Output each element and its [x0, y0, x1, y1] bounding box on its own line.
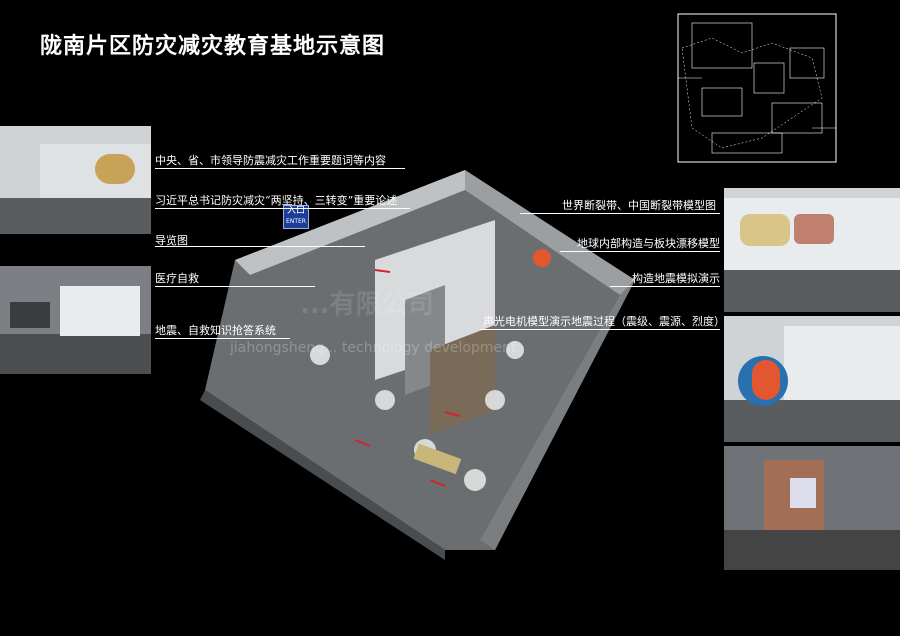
photo-right-bottom	[724, 446, 900, 570]
watermark-en: jiahongsheng... technology development	[230, 340, 517, 356]
leader-line	[155, 246, 365, 247]
photo-left-top	[0, 126, 151, 234]
leader-line	[155, 208, 410, 209]
leader-line	[155, 338, 290, 339]
leader-line	[560, 251, 720, 252]
callout-xi-discourse: 习近平总书记防灾减灾“两坚持、三转变”重要论述	[155, 194, 398, 207]
callout-sound-light-model: 声光电机模型演示地震过程（震级、震源、烈度）	[483, 315, 725, 328]
photo-left-bottom	[0, 266, 151, 374]
leader-line	[520, 213, 720, 214]
entry-label-en: ENTER	[286, 218, 306, 225]
photo-right-middle	[724, 316, 900, 442]
watermark-cn: ...有限公司	[300, 290, 434, 320]
callout-quiz-system: 地震、自救知识抢答系统	[155, 324, 276, 337]
leader-line	[480, 329, 720, 330]
photo-right-top	[724, 188, 900, 312]
leader-line	[155, 168, 405, 169]
callout-leader-inscriptions: 中央、省、市领导防震减灾工作重要题词等内容	[155, 154, 386, 167]
floor-plan-schematic	[677, 13, 837, 163]
page-title: 陇南片区防灾减灾教育基地示意图	[40, 34, 386, 59]
leader-line	[610, 286, 720, 287]
callout-medical-self-rescue: 医疗自救	[155, 272, 199, 285]
callout-earth-structure-model: 地球内部构造与板块漂移模型	[577, 237, 720, 250]
callout-fault-zone-models: 世界断裂带、中国断裂带模型图	[562, 199, 716, 212]
leader-line	[155, 286, 315, 287]
callout-earthquake-simulation: 构造地震模拟演示	[632, 272, 720, 285]
